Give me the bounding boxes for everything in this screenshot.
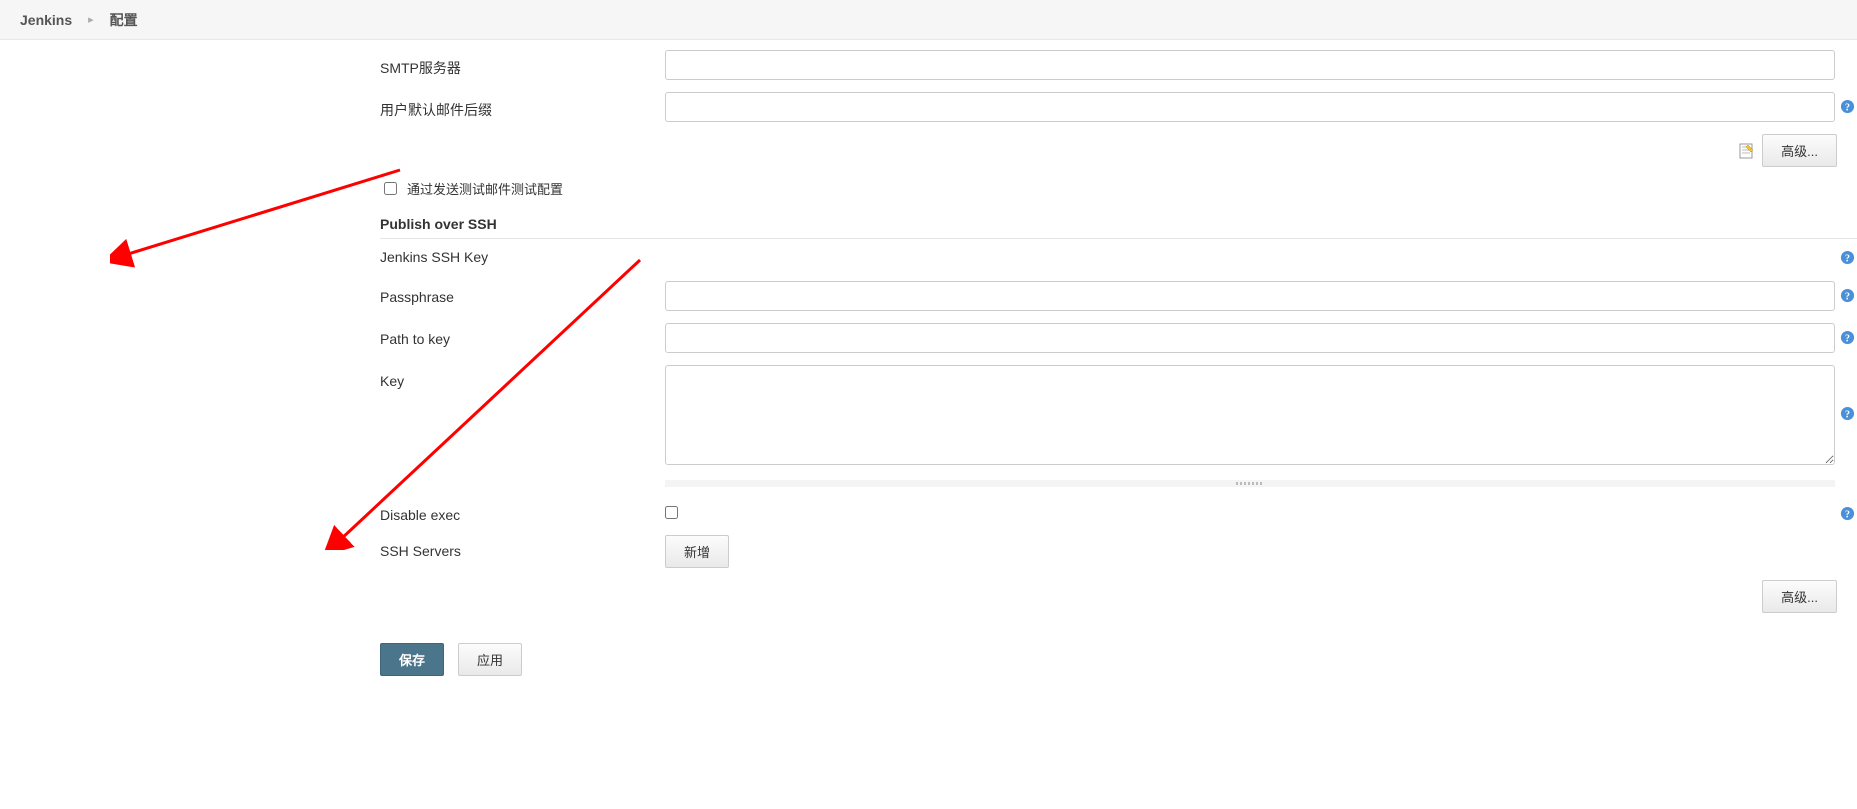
passphrase-input[interactable] — [665, 281, 1835, 311]
test-mail-checkbox[interactable] — [384, 182, 397, 195]
help-icon[interactable]: ? — [1839, 249, 1855, 265]
advanced-button-mail[interactable]: 高级... — [1762, 134, 1837, 167]
advanced-row-mail: 高级... — [380, 134, 1857, 167]
help-icon[interactable]: ? — [1839, 287, 1855, 303]
help-icon[interactable]: ? — [1839, 505, 1855, 521]
svg-text:?: ? — [1844, 102, 1849, 113]
smtp-input[interactable] — [665, 50, 1835, 80]
row-disable-exec: Disable exec ? — [380, 499, 1857, 523]
row-test-mail: 通过发送测试邮件测试配置 — [380, 179, 1857, 198]
label-key: Key — [380, 365, 665, 389]
chevron-right-icon: ▸ — [88, 13, 94, 26]
svg-text:?: ? — [1844, 291, 1849, 302]
help-icon[interactable]: ? — [1839, 98, 1855, 114]
row-smtp: SMTP服务器 — [380, 50, 1857, 80]
form-actions: 保存 应用 — [380, 643, 1857, 716]
svg-text:?: ? — [1844, 509, 1849, 520]
breadcrumb-current: 配置 — [110, 10, 138, 30]
add-ssh-server-button[interactable]: 新增 — [665, 535, 729, 568]
label-test-mail: 通过发送测试邮件测试配置 — [407, 179, 563, 198]
annotation-arrow-icon — [110, 160, 410, 270]
label-jenkins-ssh-key: Jenkins SSH Key — [380, 249, 665, 271]
label-ssh-servers: SSH Servers — [380, 535, 665, 559]
key-textarea[interactable] — [665, 365, 1835, 465]
save-button[interactable]: 保存 — [380, 643, 444, 676]
section-divider — [380, 238, 1857, 239]
mail-suffix-input[interactable] — [665, 92, 1835, 122]
label-disable-exec: Disable exec — [380, 499, 665, 523]
label-path-to-key: Path to key — [380, 323, 665, 347]
section-publish-ssh: Publish over SSH — [380, 208, 1857, 234]
row-path-to-key: Path to key ? — [380, 323, 1857, 353]
row-passphrase: Passphrase ? — [380, 281, 1857, 311]
row-ssh-servers: SSH Servers 新增 — [380, 535, 1857, 568]
svg-text:?: ? — [1844, 253, 1849, 264]
help-icon[interactable]: ? — [1839, 405, 1855, 421]
resize-handle[interactable] — [665, 480, 1835, 487]
label-passphrase: Passphrase — [380, 281, 665, 305]
label-mail-suffix: 用户默认邮件后缀 — [380, 92, 665, 120]
config-form: SMTP服务器 用户默认邮件后缀 ? 高级... 通过发送测试邮件测试配置 Pu… — [0, 40, 1857, 716]
breadcrumb-root-link[interactable]: Jenkins — [20, 12, 72, 28]
row-key: Key ? — [380, 365, 1857, 468]
breadcrumb: Jenkins ▸ 配置 — [0, 0, 1857, 40]
path-to-key-input[interactable] — [665, 323, 1835, 353]
disable-exec-checkbox[interactable] — [665, 506, 678, 519]
help-icon[interactable]: ? — [1839, 329, 1855, 345]
advanced-row-ssh: 高级... — [380, 580, 1857, 613]
label-smtp: SMTP服务器 — [380, 50, 665, 78]
row-mail-suffix: 用户默认邮件后缀 ? — [380, 92, 1857, 122]
svg-text:?: ? — [1844, 409, 1849, 420]
svg-text:?: ? — [1844, 333, 1849, 344]
apply-button[interactable]: 应用 — [458, 643, 522, 676]
notepad-icon — [1738, 142, 1756, 160]
advanced-button-ssh[interactable]: 高级... — [1762, 580, 1837, 613]
